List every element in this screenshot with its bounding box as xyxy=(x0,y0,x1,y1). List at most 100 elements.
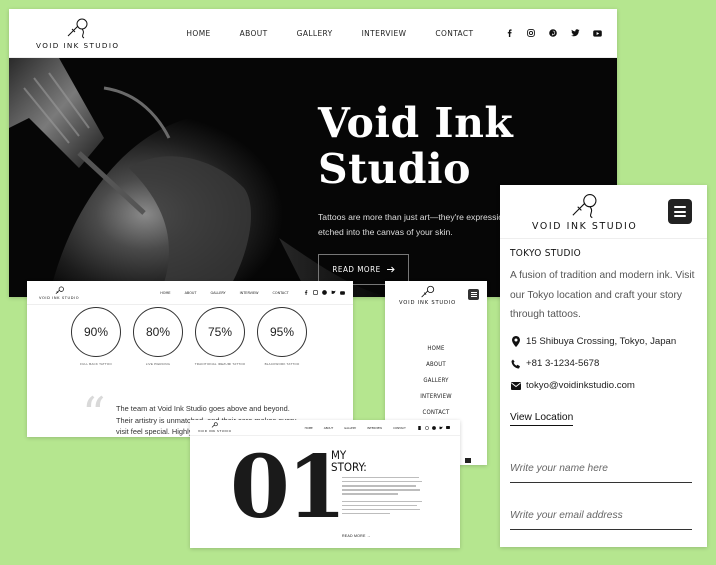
location-pin-icon xyxy=(510,336,521,347)
facebook-icon[interactable] xyxy=(503,27,515,39)
stats-brand-logo[interactable]: VOID INK STUDIO xyxy=(39,286,79,300)
instagram-icon[interactable] xyxy=(312,290,318,296)
story-nav-contact[interactable]: CONTACT xyxy=(393,426,406,430)
skill-value: 75% xyxy=(207,325,233,339)
phone-icon xyxy=(510,359,521,369)
contact-mobile-mockup: VOID INK STUDIO TOKYO STUDIO A fusion of… xyxy=(500,185,707,547)
skill-circle-item: 95% BLACKWORK TATTOO xyxy=(257,307,307,366)
hero-title-line-2: Studio xyxy=(318,145,471,193)
address-text: 15 Shibuya Crossing, Tokyo, Japan xyxy=(526,336,677,347)
facebook-icon[interactable] xyxy=(303,290,309,296)
stats-nav-about[interactable]: ABOUT xyxy=(185,290,197,295)
skill-value: 95% xyxy=(269,325,295,339)
mobile-nav-gallery[interactable]: GALLERY xyxy=(423,373,448,389)
nav-about[interactable]: ABOUT xyxy=(240,28,268,38)
stats-menu: HOME ABOUT GALLERY INTERVIEW CONTACT xyxy=(160,290,288,295)
phone-text: +81 3-1234-5678 xyxy=(526,358,600,369)
my-story-mockup: VOID INK STUDIO HOME ABOUT GALLERY INTER… xyxy=(190,420,460,548)
skill-ring: 80% xyxy=(133,307,183,357)
email-row: tokyo@voidinkstudio.com xyxy=(510,380,635,391)
hero-title-line-1: Void Ink xyxy=(318,99,514,147)
youtube-icon[interactable] xyxy=(445,425,450,430)
arrow-right-icon xyxy=(386,266,395,273)
story-nav-about[interactable]: ABOUT xyxy=(324,426,333,430)
instagram-icon[interactable] xyxy=(424,425,429,430)
story-title-line-2: STORY: xyxy=(331,460,367,474)
pinterest-icon[interactable] xyxy=(321,290,327,296)
stats-top-navigation: VOID INK STUDIO HOME ABOUT GALLERY INTER… xyxy=(27,281,353,305)
hero-title: Void Ink Studio xyxy=(318,100,513,192)
skill-circle-item: 90% FULL BACK TATTOO xyxy=(71,307,121,366)
skill-label: FULL BACK TATTOO xyxy=(80,362,112,366)
name-input[interactable] xyxy=(510,463,692,483)
studio-title: TOKYO STUDIO xyxy=(510,248,582,259)
top-navigation: VOID INK STUDIO HOME ABOUT GALLERY INTER… xyxy=(9,9,617,58)
mobile-brand-logo[interactable]: VOID INK STUDIO xyxy=(399,285,456,306)
facebook-icon[interactable] xyxy=(417,425,422,430)
skill-ring: 90% xyxy=(71,307,121,357)
skill-value: 90% xyxy=(83,325,109,339)
twitter-icon[interactable] xyxy=(330,290,336,296)
mobile-nav-about[interactable]: ABOUT xyxy=(426,357,446,373)
skill-circle-item: 75% TRADITIONAL IREZUMI TATTOO xyxy=(195,307,245,366)
skill-ring: 95% xyxy=(257,307,307,357)
tattoo-machine-icon xyxy=(55,286,64,294)
skill-label: LIVE PIERCING xyxy=(145,362,171,366)
mobile-brand-wordmark: VOID INK STUDIO xyxy=(399,300,457,306)
story-number: 01 xyxy=(230,437,347,538)
stats-nav-interview[interactable]: INTERVIEW xyxy=(240,290,259,295)
main-menu: HOME ABOUT GALLERY INTERVIEW CONTACT xyxy=(186,28,473,38)
story-read-more-label: READ MORE xyxy=(342,534,366,538)
story-brand-wordmark: VOID INK STUDIO xyxy=(198,429,232,433)
scroll-top-icon[interactable] xyxy=(465,458,471,463)
tattoo-machine-icon xyxy=(572,194,597,219)
youtube-icon[interactable] xyxy=(339,290,345,296)
stats-nav-contact[interactable]: CONTACT xyxy=(273,290,289,295)
nav-gallery[interactable]: GALLERY xyxy=(297,28,333,38)
twitter-icon[interactable] xyxy=(438,425,443,430)
stats-brand-wordmark: VOID INK STUDIO xyxy=(39,295,80,300)
pinterest-icon[interactable] xyxy=(547,27,559,39)
brand-wordmark: VOID INK STUDIO xyxy=(36,40,120,50)
story-nav-home[interactable]: HOME xyxy=(305,426,313,430)
hamburger-menu-icon[interactable] xyxy=(668,199,692,224)
address-row: 15 Shibuya Crossing, Tokyo, Japan xyxy=(510,336,676,347)
instagram-icon[interactable] xyxy=(525,27,537,39)
nav-interview[interactable]: INTERVIEW xyxy=(362,28,407,38)
quote-icon: “ xyxy=(82,387,106,437)
story-menu: HOME ABOUT GALLERY INTERVIEW CONTACT xyxy=(305,426,406,430)
twitter-icon[interactable] xyxy=(569,27,581,39)
envelope-icon xyxy=(510,381,521,390)
email-text[interactable]: tokyo@voidinkstudio.com xyxy=(526,380,635,391)
youtube-icon[interactable] xyxy=(591,27,603,39)
story-title: MY STORY: xyxy=(331,449,367,473)
nav-home[interactable]: HOME xyxy=(186,28,210,38)
stats-nav-home[interactable]: HOME xyxy=(160,290,170,295)
pinterest-icon[interactable] xyxy=(431,425,436,430)
brand-logo[interactable]: VOID INK STUDIO xyxy=(36,17,119,50)
story-top-navigation: VOID INK STUDIO HOME ABOUT GALLERY INTER… xyxy=(190,420,460,436)
mobile-nav-contact[interactable]: CONTACT xyxy=(423,405,450,421)
story-body-text-placeholder xyxy=(342,477,422,517)
mobile-nav-home[interactable]: HOME xyxy=(427,341,444,357)
tattoo-machine-icon xyxy=(420,285,434,298)
story-brand-logo[interactable]: VOID INK STUDIO xyxy=(198,422,232,433)
view-location-link[interactable]: View Location xyxy=(510,412,574,426)
contact-brand-logo[interactable]: VOID INK STUDIO xyxy=(532,192,637,232)
skill-value: 80% xyxy=(145,325,171,339)
story-read-more-link[interactable]: READ MORE → xyxy=(342,534,371,538)
story-nav-gallery[interactable]: GALLERY xyxy=(344,426,356,430)
tattoo-machine-icon xyxy=(67,18,88,38)
story-nav-interview[interactable]: INTERVIEW xyxy=(367,426,382,430)
studio-description: A fusion of tradition and modern ink. Vi… xyxy=(510,270,695,320)
skill-circle-item: 80% LIVE PIERCING xyxy=(133,307,183,366)
nav-contact[interactable]: CONTACT xyxy=(435,28,473,38)
skills-stats-mockup: VOID INK STUDIO HOME ABOUT GALLERY INTER… xyxy=(27,281,353,437)
mobile-nav-interview[interactable]: INTERVIEW xyxy=(420,389,452,405)
read-more-label: READ MORE xyxy=(332,265,381,274)
hamburger-menu-icon[interactable] xyxy=(468,289,479,300)
stats-nav-gallery[interactable]: GALLERY xyxy=(210,290,225,295)
email-input[interactable] xyxy=(510,510,692,530)
mobile-nav-list: HOME ABOUT GALLERY INTERVIEW CONTACT xyxy=(385,341,487,421)
skill-label: TRADITIONAL IREZUMI TATTOO xyxy=(194,362,246,366)
